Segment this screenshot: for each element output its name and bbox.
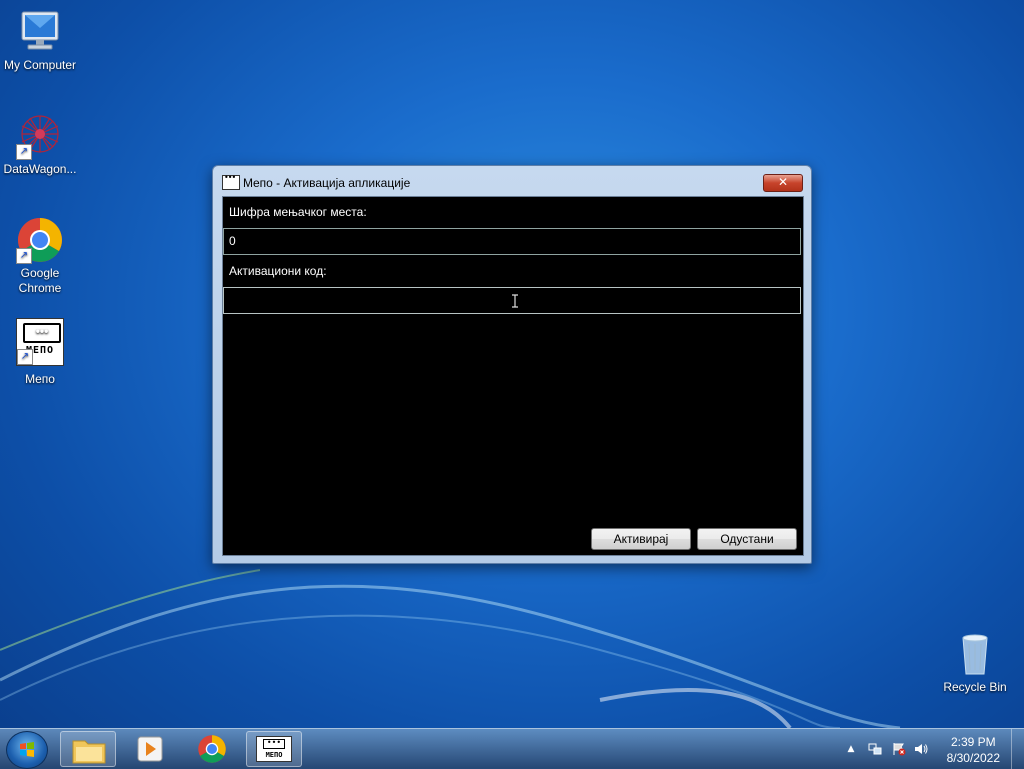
desktop-icon-datawagon[interactable]: ↗ DataWagon... (0, 112, 80, 177)
close-button[interactable]: ✕ (763, 174, 803, 192)
media-player-icon (137, 736, 163, 762)
shortcut-arrow-icon: ↗ (17, 349, 33, 365)
desktop-icon-label: DataWagon... (3, 162, 77, 176)
start-button[interactable] (6, 731, 48, 769)
shortcut-arrow-icon: ↗ (16, 248, 32, 264)
action-center-flag-icon[interactable] (892, 742, 906, 756)
activate-button[interactable]: Активирај (591, 528, 691, 550)
mepo-app-icon: ••• МЕПО ↗ (16, 318, 64, 366)
taskbar-explorer[interactable] (60, 731, 116, 767)
activation-code-input[interactable] (223, 287, 801, 314)
show-hidden-icons-button[interactable]: ▲ (844, 742, 858, 756)
taskbar-chrome[interactable] (184, 731, 240, 767)
folder-icon (72, 740, 106, 764)
taskbar-media-player[interactable] (122, 731, 178, 767)
desktop-icon-google-chrome[interactable]: ↗ Google Chrome (0, 216, 80, 296)
mepo-logo-text: МЕПО (265, 751, 283, 759)
desktop-icon-mepo[interactable]: ••• МЕПО ↗ Мeпо (0, 318, 80, 387)
clock-time: 2:39 PM (950, 735, 996, 749)
activation-dialog: Мeпо - Активација апликације ✕ Шифра мењ… (212, 165, 812, 564)
windows-logo-icon (20, 742, 34, 757)
desktop-icon-label: Google Chrome (18, 266, 62, 295)
desktop-icon-label: Мeпо (25, 372, 55, 386)
text-cursor-icon (512, 294, 518, 308)
desktop-icon-my-computer[interactable]: My Computer (0, 8, 80, 73)
title-bar[interactable]: Мeпо - Активација апликације ✕ (213, 166, 811, 196)
branch-code-label: Шифра мењачког места: (229, 205, 367, 219)
chrome-icon (198, 735, 226, 763)
volume-icon[interactable] (914, 742, 928, 756)
computer-icon (16, 8, 64, 56)
cancel-button[interactable]: Одустани (697, 528, 797, 550)
branch-code-input[interactable]: 0 (223, 228, 801, 255)
taskbar: ••• МЕПО ▲ 2:39 PM 8/30/2022 (0, 728, 1024, 769)
chrome-icon: ↗ (16, 216, 64, 264)
window-app-icon (222, 173, 240, 190)
dialog-content: Шифра мењачког места: 0 Активациони код:… (222, 196, 804, 556)
datawagon-icon: ↗ (16, 112, 64, 160)
desktop-icon-label: Recycle Bin (943, 680, 1007, 694)
mepo-app-icon: ••• МЕПО (256, 736, 292, 762)
window-title: Мeпо - Активација апликације (243, 176, 411, 190)
shortcut-arrow-icon: ↗ (16, 144, 32, 160)
recycle-bin-icon (951, 630, 999, 678)
activation-code-label: Активациони код: (229, 264, 327, 278)
clock-date: 8/30/2022 (946, 751, 1000, 765)
network-icon[interactable] (868, 742, 882, 756)
show-desktop-button[interactable] (1011, 729, 1024, 769)
clock[interactable]: 2:39 PM 8/30/2022 (947, 734, 1000, 766)
taskbar-mepo[interactable]: ••• МЕПО (246, 731, 302, 767)
desktop-icon-label: My Computer (3, 58, 77, 72)
desktop-icon-recycle-bin[interactable]: Recycle Bin (935, 630, 1015, 695)
